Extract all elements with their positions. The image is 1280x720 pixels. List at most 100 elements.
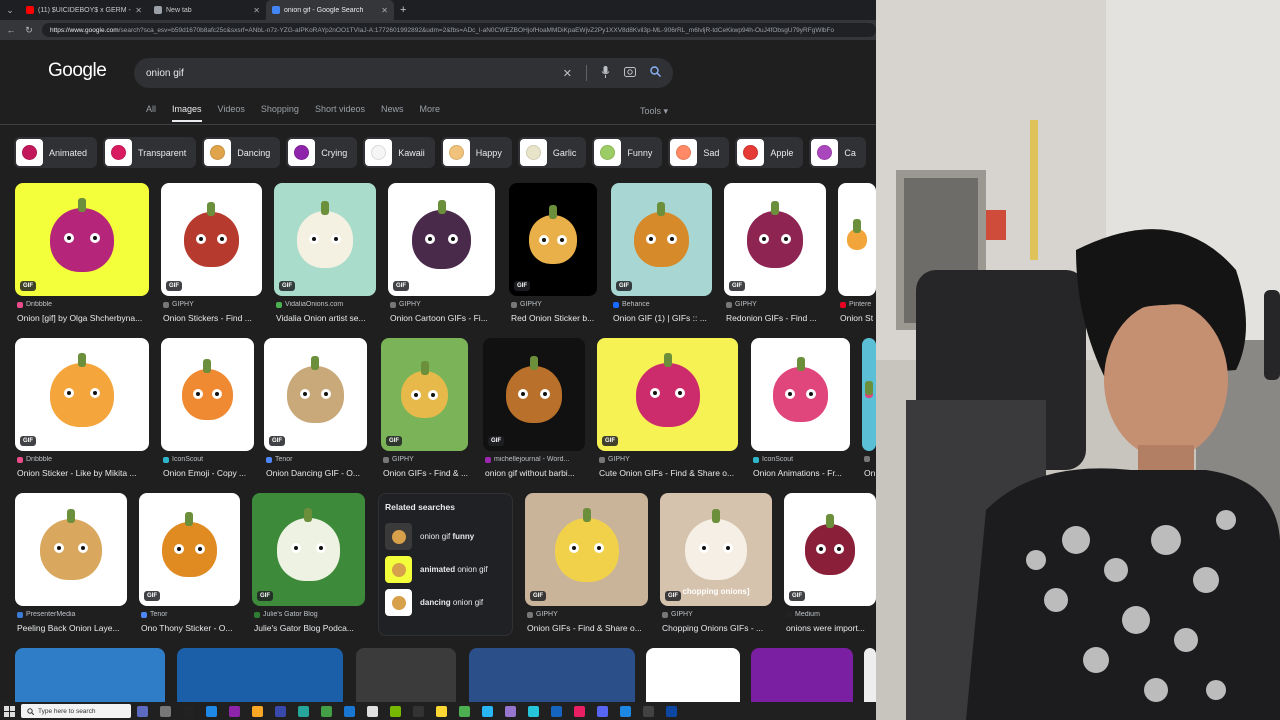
tab-images[interactable]: Images	[172, 104, 202, 122]
search-box[interactable]: onion gif ✕	[134, 58, 673, 88]
result-source[interactable]: GIPHY	[163, 301, 264, 308]
search-input[interactable]: onion gif	[146, 68, 563, 79]
result-thumbnail[interactable]: GIF	[724, 183, 826, 296]
image-result-partial[interactable]	[469, 648, 635, 702]
start-button[interactable]	[4, 705, 15, 717]
taskbar-app-icon[interactable]	[666, 705, 677, 717]
result-title[interactable]: Red Onion Sticker b...	[511, 313, 599, 323]
result-title[interactable]: Onion Animations - Fr...	[753, 468, 852, 478]
result-thumbnail[interactable]: GIF	[252, 493, 365, 606]
image-result[interactable]: GIF Dribbble Onion Sticker - Like by Mikit…	[15, 338, 149, 493]
result-thumbnail[interactable]	[862, 338, 876, 451]
filter-chip[interactable]: Transparent	[103, 137, 197, 168]
filter-chip[interactable]: Sad	[668, 137, 730, 168]
result-source[interactable]: Tenor	[266, 456, 369, 463]
result-title[interactable]: Peeling Back Onion Laye...	[17, 623, 129, 633]
image-result[interactable]: GIF Tenor Onion Dancing GIF - O...	[264, 338, 367, 493]
result-source[interactable]: GIPHY	[383, 456, 470, 463]
result-source[interactable]: VidaliaOnions.com	[276, 301, 378, 308]
image-result[interactable]: GIF GIPHY Onion Cartoon GIFs - Fi...	[388, 183, 495, 338]
tab-more[interactable]: More	[419, 104, 440, 122]
image-result[interactable]: GIF GIPHY Onion GIFs - Find & Share o...	[525, 493, 648, 648]
image-result-partial[interactable]	[177, 648, 343, 702]
filter-chip[interactable]: Happy	[440, 137, 512, 168]
related-search-item[interactable]: dancing onion gif	[385, 586, 506, 619]
taskbar-app-icon[interactable]	[505, 705, 516, 717]
image-result[interactable]: GIF Tenor Ono Thony Sticker - O...	[139, 493, 240, 648]
result-title[interactable]: Onion GIFs - Find & Share o...	[527, 623, 650, 633]
image-result[interactable]: GIF GIPHY Red Onion Sticker b...	[509, 183, 597, 338]
browser-tab[interactable]: (11) $UICIDEBOY$ x GERM - CENT ✕	[20, 0, 148, 20]
new-tab-button[interactable]: +	[400, 4, 406, 16]
taskbar-app-icon[interactable]	[436, 705, 447, 717]
image-result[interactable]: GIF michellejournal - Word... onion gif wi…	[483, 338, 585, 493]
result-source[interactable]: Dribbble	[17, 301, 151, 308]
taskbar-app-icon[interactable]	[321, 705, 332, 717]
taskbar-app-icon[interactable]	[137, 705, 148, 717]
tab-close-icon[interactable]: ✕	[381, 6, 388, 15]
result-source[interactable]: Dribbble	[17, 456, 151, 463]
taskbar-app-icon[interactable]	[206, 705, 217, 717]
result-source[interactable]: IconScout	[753, 456, 852, 463]
related-search-item[interactable]: onion gif funny	[385, 520, 506, 553]
filter-chip[interactable]: Funny	[592, 137, 663, 168]
tab-search-icon[interactable]: ⌄	[0, 0, 20, 20]
reload-icon[interactable]: ↻	[24, 25, 34, 36]
tools-button[interactable]: Tools ▾	[640, 106, 668, 117]
taskbar-app-icon[interactable]	[597, 705, 608, 717]
taskbar-app-icon[interactable]	[620, 705, 631, 717]
image-result[interactable]: IconScout Onion Emoji - Copy ...	[161, 338, 254, 493]
image-result[interactable]: GIF GIPHY Cute Onion GIFs - Find & Share o…	[597, 338, 738, 493]
result-title[interactable]: Chopping Onions GIFs - ...	[662, 623, 774, 633]
result-source[interactable]: Medium	[786, 611, 876, 618]
taskbar-app-icon[interactable]	[459, 705, 470, 717]
result-thumbnail[interactable]: GIF	[483, 338, 585, 451]
result-thumbnail[interactable]: GIF	[381, 338, 468, 451]
result-source[interactable]: PresenterMedia	[17, 611, 129, 618]
result-title[interactable]: Onion GIFs - Find & ...	[383, 468, 470, 478]
result-title[interactable]: Redonion GIFs - Find ...	[726, 313, 828, 323]
taskbar-app-icon[interactable]	[367, 705, 378, 717]
result-source[interactable]: Tenor	[141, 611, 242, 618]
tab-shopping[interactable]: Shopping	[261, 104, 299, 122]
result-title[interactable]: Julie's Gator Blog Podca...	[254, 623, 367, 633]
taskbar-app-icon[interactable]	[574, 705, 585, 717]
result-source[interactable]: GIPHY	[511, 301, 599, 308]
taskbar-app-icon[interactable]	[160, 705, 171, 717]
browser-tab[interactable]: New tab ✕	[148, 0, 266, 20]
result-source[interactable]: GIPHY	[390, 301, 497, 308]
result-source[interactable]: IconScout	[163, 456, 256, 463]
result-thumbnail[interactable]	[751, 338, 850, 451]
image-result[interactable]: PresenterMedia Peeling Back Onion Laye...	[15, 493, 127, 648]
taskbar-app-icon[interactable]	[643, 705, 654, 717]
image-result-partial[interactable]	[864, 648, 876, 702]
tab-videos[interactable]: Videos	[218, 104, 245, 122]
result-thumbnail[interactable]: GIF	[139, 493, 240, 606]
taskbar-app-icon[interactable]	[183, 705, 194, 717]
result-source[interactable]	[864, 456, 876, 462]
filter-chip[interactable]: Ca	[809, 137, 866, 168]
image-result-partial[interactable]	[646, 648, 740, 702]
taskbar-app-icon[interactable]	[551, 705, 562, 717]
filter-chip[interactable]: Garlic	[517, 137, 587, 168]
result-title[interactable]: Cute Onion GIFs - Find & Share o...	[599, 468, 740, 478]
result-source[interactable]: GIPHY	[726, 301, 828, 308]
image-result[interactable]: GIF GIPHY Redonion GIFs - Find ...	[724, 183, 826, 338]
image-result[interactable]: GIF GIPHY Onion GIFs - Find & ...	[381, 338, 468, 493]
taskbar-app-icon[interactable]	[413, 705, 424, 717]
image-result[interactable]: IconScout Onion Animations - Fr...	[751, 338, 850, 493]
result-title[interactable]: Vidalia Onion artist se...	[276, 313, 378, 323]
taskbar-app-icon[interactable]	[252, 705, 263, 717]
taskbar-app-icon[interactable]	[482, 705, 493, 717]
taskbar-app-icon[interactable]	[344, 705, 355, 717]
result-source[interactable]: Behance	[613, 301, 714, 308]
result-title[interactable]: onion gif without barbi...	[485, 468, 587, 478]
result-title[interactable]: Onion [gif] by Olga Shcherbyna...	[17, 313, 151, 323]
result-thumbnail[interactable]	[15, 493, 127, 606]
taskbar-app-icon[interactable]	[229, 705, 240, 717]
result-title[interactable]: Onion Dancing GIF - O...	[266, 468, 369, 478]
filter-chip[interactable]: Kawaii	[363, 137, 435, 168]
result-title[interactable]: Onion Emoji - Copy ...	[163, 468, 256, 478]
browser-tab[interactable]: onion gif - Google Search ✕	[266, 0, 394, 20]
result-thumbnail[interactable]: GIF	[274, 183, 376, 296]
